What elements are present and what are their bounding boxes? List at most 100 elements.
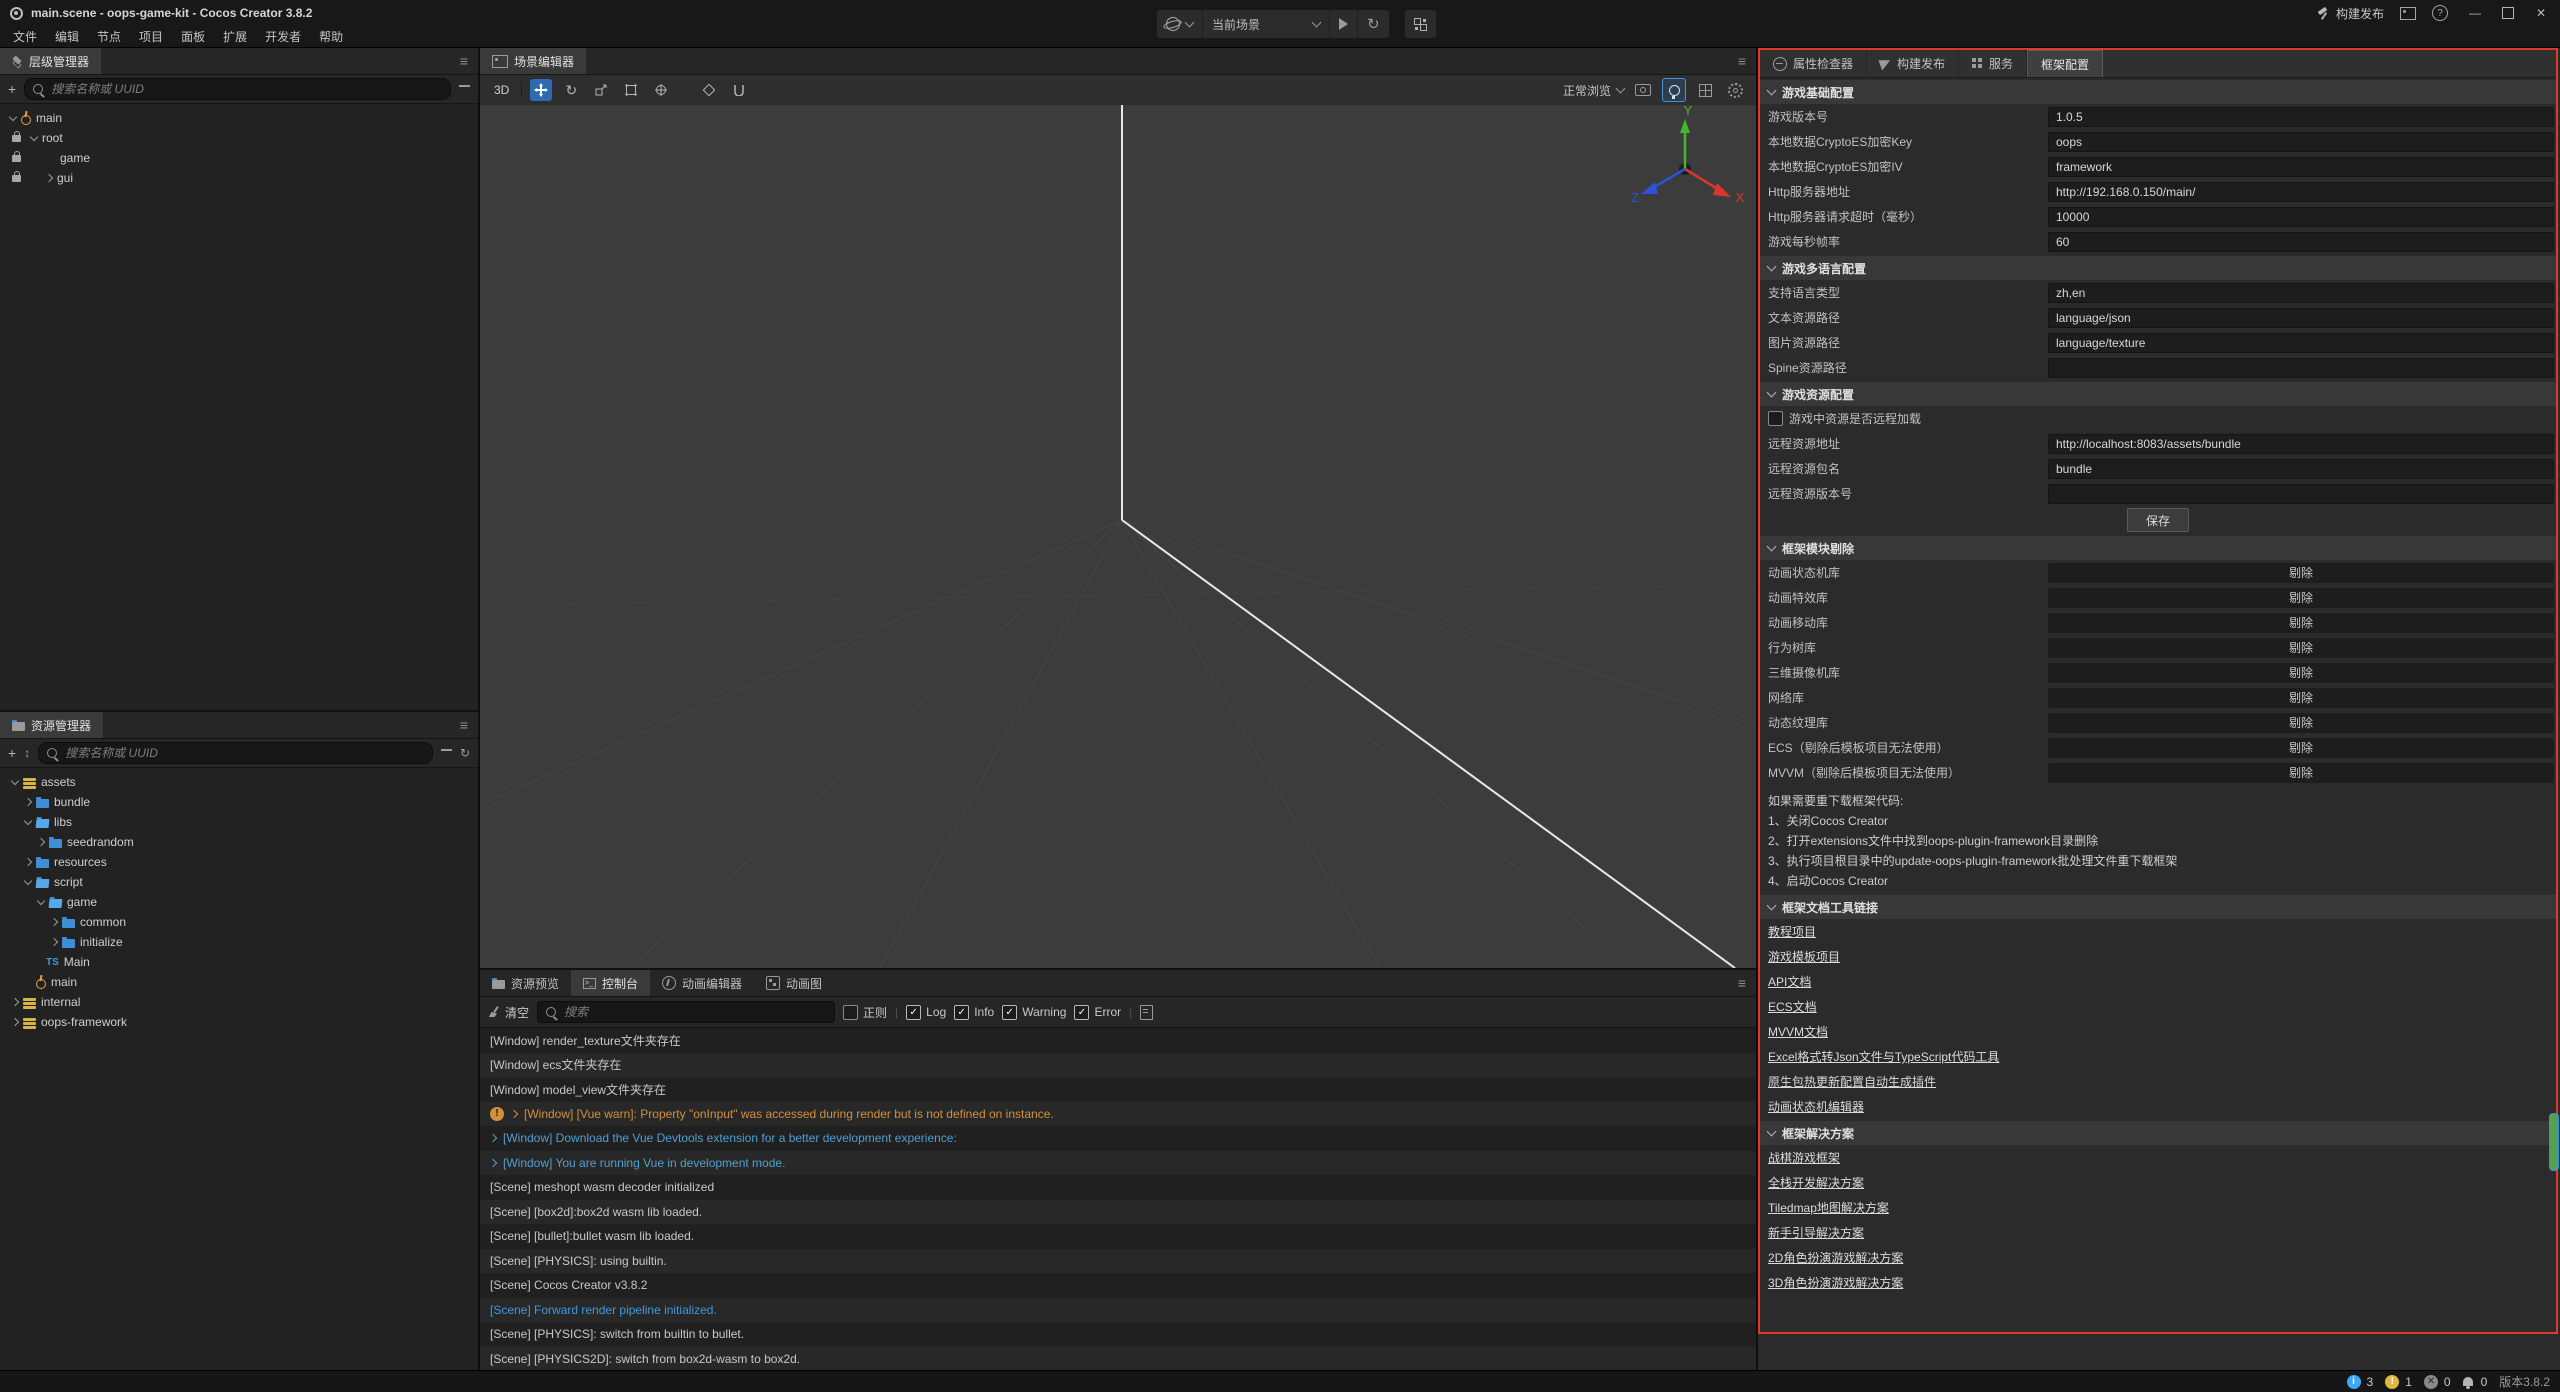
remote-url-input[interactable] [2048,434,2554,454]
pivot-toggle-button[interactable] [698,79,720,101]
chevron-right-icon[interactable] [24,858,32,866]
link-api-docs[interactable]: API文档 [1768,973,1811,990]
link-mvvm-docs[interactable]: MVVM文档 [1768,1023,1828,1040]
rect-tool-button[interactable] [620,79,642,101]
tab-animation-graph[interactable]: 动画图 [754,970,834,996]
filter-error-checkbox[interactable]: ✓ Error [1074,1005,1121,1020]
log-row[interactable]: [Window] You are running Vue in developm… [480,1151,1756,1176]
log-row[interactable]: [Scene] [box2d]:box2d wasm lib loaded. [480,1200,1756,1225]
scene-select-dropdown[interactable]: 当前场景 [1203,10,1330,38]
remove-module-button[interactable]: 剔除 [2048,738,2554,758]
asset-node-internal[interactable]: internal [0,992,478,1012]
languages-input[interactable] [2048,283,2554,303]
mode-3d-toggle[interactable]: 3D [490,83,513,97]
remove-module-button[interactable]: 剔除 [2048,613,2554,633]
sort-icon[interactable]: ↕ [24,746,30,760]
link-excel-tool[interactable]: Excel格式转Json文件与TypeScript代码工具 [1768,1048,1999,1065]
remove-module-button[interactable]: 剔除 [2048,713,2554,733]
chevron-right-icon[interactable] [24,798,32,806]
asset-node-main-ts[interactable]: TS Main [0,952,478,972]
expand-chevron-icon[interactable] [510,1110,518,1118]
play-button[interactable] [1330,10,1358,38]
inspector-scrollbar-thumb[interactable] [2549,1113,2559,1171]
filter-icon[interactable] [441,748,452,758]
tree-node-main[interactable]: main [0,108,478,128]
hierarchy-menu-icon[interactable]: ≡ [450,53,478,69]
tree-node-root[interactable]: root [0,128,478,148]
expand-chevron-icon[interactable] [489,1159,497,1167]
link-ecs-docs[interactable]: ECS文档 [1768,998,1817,1015]
menu-developer[interactable]: 开发者 [256,28,310,45]
coordinate-toggle-button[interactable] [728,79,750,101]
section-resource-config[interactable]: 游戏资源配置 [1760,382,2556,406]
log-row[interactable]: [Scene] [PHYSICS]: switch from builtin t… [480,1322,1756,1347]
tab-asset-preview[interactable]: 资源预览 [480,970,571,996]
tab-assets[interactable]: 资源管理器 [0,712,103,738]
link-3drpg-solution[interactable]: 3D角色扮演游戏解决方案 [1768,1274,1903,1291]
remove-module-button[interactable]: 剔除 [2048,763,2554,783]
filter-info-checkbox[interactable]: ✓ Info [954,1005,994,1020]
asset-node-assets[interactable]: assets [0,772,478,792]
chevron-right-icon[interactable] [50,938,58,946]
reload-button[interactable]: ↻ [1358,10,1389,38]
remove-module-button[interactable]: 剔除 [2048,663,2554,683]
build-publish-button[interactable]: 构建发布 [2317,5,2384,22]
section-solutions[interactable]: 框架解决方案 [1760,1121,2556,1145]
scene-light-toggle[interactable] [1662,78,1686,102]
assets-search[interactable] [38,742,433,764]
warning-count-icon[interactable]: ! [2385,1375,2399,1389]
view-mode-dropdown[interactable]: 正常浏览 [1563,82,1624,99]
expand-chevron-icon[interactable] [489,1134,497,1142]
frame-rate-input[interactable] [2048,232,2554,252]
preview-qr-button[interactable] [1404,9,1437,39]
create-node-button[interactable]: + [8,81,16,97]
chevron-down-icon[interactable] [24,877,32,885]
link-anim-state-editor[interactable]: 动画状态机编辑器 [1768,1098,1864,1115]
open-log-file-icon[interactable] [1140,1005,1153,1020]
log-row-warning[interactable]: ! [Window] [Vue warn]: Property "onInput… [480,1102,1756,1127]
menu-project[interactable]: 项目 [130,28,172,45]
create-asset-button[interactable]: + [8,745,16,761]
tab-build-publish[interactable]: 构建发布 [1867,50,1959,77]
crypto-key-input[interactable] [2048,132,2554,152]
assets-menu-icon[interactable]: ≡ [450,717,478,733]
console-menu-icon[interactable]: ≡ [1728,975,1756,991]
menu-file[interactable]: 文件 [4,28,46,45]
spine-path-input[interactable] [2048,358,2554,378]
maximize-button[interactable] [2502,7,2514,19]
chevron-right-icon[interactable] [11,1018,19,1026]
log-row-info[interactable]: [Scene] Forward render pipeline initiali… [480,1298,1756,1323]
screenshot-icon[interactable] [2400,7,2416,20]
remote-bundle-input[interactable] [2048,459,2554,479]
regex-checkbox[interactable]: ✓ 正则 [843,1004,887,1021]
asset-node-main-scene[interactable]: main [0,972,478,992]
asset-node-oops-framework[interactable]: oops-framework [0,1012,478,1032]
camera-settings-button[interactable] [1632,79,1654,101]
hierarchy-search[interactable] [24,78,451,100]
hierarchy-search-input[interactable] [49,81,442,97]
asset-node-libs[interactable]: libs [0,812,478,832]
chevron-right-icon[interactable] [37,838,45,846]
bell-icon[interactable] [2463,1377,2473,1386]
assets-search-input[interactable] [63,745,424,761]
scene-viewport[interactable]: Y X Z [480,105,1756,968]
asset-node-bundle[interactable]: bundle [0,792,478,812]
link-fullstack-solution[interactable]: 全栈开发解决方案 [1768,1174,1864,1191]
chevron-down-icon[interactable] [37,897,45,905]
tab-services[interactable]: 服务 [1959,50,2027,77]
tab-property-inspector[interactable]: 属性检查器 [1760,50,1867,77]
link-tutorial-project[interactable]: 教程项目 [1768,923,1816,940]
remove-module-button[interactable]: 剔除 [2048,588,2554,608]
remote-load-checkbox[interactable]: ✓ [1768,411,1783,426]
log-row[interactable]: [Scene] [PHYSICS2D]: switch from box2d-w… [480,1347,1756,1371]
section-i18n-config[interactable]: 游戏多语言配置 [1760,256,2556,280]
clear-console-button[interactable]: 清空 [488,1004,529,1021]
link-2drpg-solution[interactable]: 2D角色扮演游戏解决方案 [1768,1249,1903,1266]
chevron-right-icon[interactable] [11,998,19,1006]
filter-icon[interactable] [459,84,470,94]
filter-log-checkbox[interactable]: ✓ Log [906,1005,946,1020]
move-tool-button[interactable] [530,79,552,101]
chevron-down-icon[interactable] [24,817,32,825]
log-row[interactable]: [Window] ecs文件夹存在 [480,1053,1756,1078]
tab-hierarchy[interactable]: 层级管理器 [0,48,101,74]
